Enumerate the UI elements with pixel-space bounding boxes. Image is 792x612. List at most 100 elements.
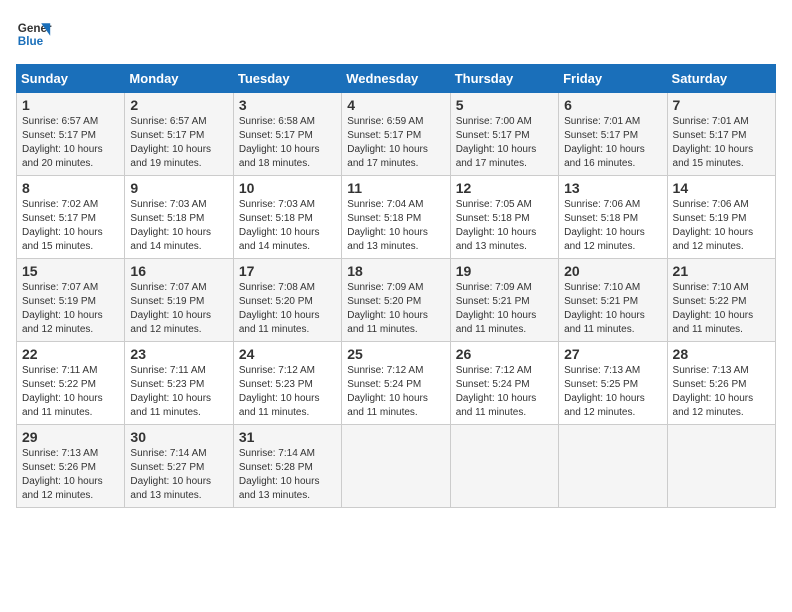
- day-info: Sunrise: 7:12 AM Sunset: 5:24 PM Dayligh…: [347, 364, 444, 420]
- day-number: 24: [239, 346, 336, 362]
- day-info: Sunrise: 7:05 AM Sunset: 5:18 PM Dayligh…: [456, 198, 553, 254]
- calendar-week-4: 22Sunrise: 7:11 AM Sunset: 5:22 PM Dayli…: [17, 342, 776, 425]
- day-info: Sunrise: 7:02 AM Sunset: 5:17 PM Dayligh…: [22, 198, 119, 254]
- day-info: Sunrise: 7:11 AM Sunset: 5:22 PM Dayligh…: [22, 364, 119, 420]
- calendar-cell: 27Sunrise: 7:13 AM Sunset: 5:25 PM Dayli…: [559, 342, 667, 425]
- day-number: 13: [564, 180, 661, 196]
- day-number: 21: [673, 263, 770, 279]
- day-number: 4: [347, 97, 444, 113]
- calendar-cell: 10 Sunrise: 7:03 AM Sunset: 5:18 PM Dayli…: [233, 176, 341, 259]
- weekday-header-sunday: Sunday: [17, 65, 125, 93]
- day-info: Sunrise: 7:07 AM Sunset: 5:19 PM Dayligh…: [130, 281, 227, 337]
- day-info: Sunrise: 7:10 AM Sunset: 5:22 PM Dayligh…: [673, 281, 770, 337]
- day-info: Sunrise: 7:13 AM Sunset: 5:26 PM Dayligh…: [22, 447, 119, 503]
- day-number: 16: [130, 263, 227, 279]
- day-info: Sunrise: 7:13 AM Sunset: 5:25 PM Dayligh…: [564, 364, 661, 420]
- day-info: Sunrise: 7:11 AM Sunset: 5:23 PM Dayligh…: [130, 364, 227, 420]
- calendar-cell: 1 Sunrise: 6:57 AM Sunset: 5:17 PM Daylig…: [17, 93, 125, 176]
- day-info: Sunrise: 6:57 AM Sunset: 5:17 PM Dayligh…: [130, 115, 227, 171]
- calendar-cell: 22Sunrise: 7:11 AM Sunset: 5:22 PM Dayli…: [17, 342, 125, 425]
- day-info: Sunrise: 6:57 AM Sunset: 5:17 PM Dayligh…: [22, 115, 119, 171]
- weekday-header-monday: Monday: [125, 65, 233, 93]
- weekday-header-thursday: Thursday: [450, 65, 558, 93]
- calendar-cell: [342, 425, 450, 508]
- day-number: 3: [239, 97, 336, 113]
- day-number: 14: [673, 180, 770, 196]
- day-number: 28: [673, 346, 770, 362]
- day-number: 8: [22, 180, 119, 196]
- weekday-header-tuesday: Tuesday: [233, 65, 341, 93]
- day-number: 5: [456, 97, 553, 113]
- calendar-cell: 24 Sunrise: 7:12 AM Sunset: 5:23 PM Dayli…: [233, 342, 341, 425]
- day-number: 11: [347, 180, 444, 196]
- header: General Blue: [16, 16, 776, 52]
- day-info: Sunrise: 7:07 AM Sunset: 5:19 PM Dayligh…: [22, 281, 119, 337]
- day-number: 10: [239, 180, 336, 196]
- day-info: Sunrise: 6:59 AM Sunset: 5:17 PM Dayligh…: [347, 115, 444, 171]
- weekday-header-friday: Friday: [559, 65, 667, 93]
- calendar-cell: 29Sunrise: 7:13 AM Sunset: 5:26 PM Dayli…: [17, 425, 125, 508]
- day-number: 15: [22, 263, 119, 279]
- day-info: Sunrise: 7:09 AM Sunset: 5:20 PM Dayligh…: [347, 281, 444, 337]
- day-info: Sunrise: 7:01 AM Sunset: 5:17 PM Dayligh…: [564, 115, 661, 171]
- calendar-week-5: 29Sunrise: 7:13 AM Sunset: 5:26 PM Dayli…: [17, 425, 776, 508]
- day-info: Sunrise: 7:08 AM Sunset: 5:20 PM Dayligh…: [239, 281, 336, 337]
- calendar-cell: 12 Sunrise: 7:05 AM Sunset: 5:18 PM Dayli…: [450, 176, 558, 259]
- calendar-cell: 4 Sunrise: 6:59 AM Sunset: 5:17 PM Daylig…: [342, 93, 450, 176]
- svg-text:Blue: Blue: [18, 35, 44, 48]
- calendar-cell: 21 Sunrise: 7:10 AM Sunset: 5:22 PM Dayli…: [667, 259, 775, 342]
- day-number: 19: [456, 263, 553, 279]
- day-info: Sunrise: 7:03 AM Sunset: 5:18 PM Dayligh…: [130, 198, 227, 254]
- weekday-header-saturday: Saturday: [667, 65, 775, 93]
- day-info: Sunrise: 7:06 AM Sunset: 5:18 PM Dayligh…: [564, 198, 661, 254]
- calendar-cell: 7 Sunrise: 7:01 AM Sunset: 5:17 PM Daylig…: [667, 93, 775, 176]
- logo: General Blue: [16, 16, 52, 52]
- day-number: 9: [130, 180, 227, 196]
- calendar-cell: 23Sunrise: 7:11 AM Sunset: 5:23 PM Dayli…: [125, 342, 233, 425]
- day-info: Sunrise: 7:14 AM Sunset: 5:27 PM Dayligh…: [130, 447, 227, 503]
- day-info: Sunrise: 7:09 AM Sunset: 5:21 PM Dayligh…: [456, 281, 553, 337]
- calendar-cell: 26 Sunrise: 7:12 AM Sunset: 5:24 PM Dayli…: [450, 342, 558, 425]
- day-number: 17: [239, 263, 336, 279]
- day-number: 7: [673, 97, 770, 113]
- day-info: Sunrise: 7:03 AM Sunset: 5:18 PM Dayligh…: [239, 198, 336, 254]
- day-info: Sunrise: 7:12 AM Sunset: 5:23 PM Dayligh…: [239, 364, 336, 420]
- calendar-cell: [559, 425, 667, 508]
- calendar-cell: 5 Sunrise: 7:00 AM Sunset: 5:17 PM Daylig…: [450, 93, 558, 176]
- calendar-header: SundayMondayTuesdayWednesdayThursdayFrid…: [17, 65, 776, 93]
- calendar-table: SundayMondayTuesdayWednesdayThursdayFrid…: [16, 64, 776, 508]
- day-number: 6: [564, 97, 661, 113]
- day-number: 31: [239, 429, 336, 445]
- day-number: 18: [347, 263, 444, 279]
- calendar-cell: 8 Sunrise: 7:02 AM Sunset: 5:17 PM Daylig…: [17, 176, 125, 259]
- calendar-cell: 15 Sunrise: 7:07 AM Sunset: 5:19 PM Dayli…: [17, 259, 125, 342]
- calendar-cell: 17 Sunrise: 7:08 AM Sunset: 5:20 PM Dayli…: [233, 259, 341, 342]
- calendar-cell: 13 Sunrise: 7:06 AM Sunset: 5:18 PM Dayli…: [559, 176, 667, 259]
- calendar-cell: 2 Sunrise: 6:57 AM Sunset: 5:17 PM Daylig…: [125, 93, 233, 176]
- day-number: 26: [456, 346, 553, 362]
- calendar-cell: 6 Sunrise: 7:01 AM Sunset: 5:17 PM Daylig…: [559, 93, 667, 176]
- calendar-cell: 19 Sunrise: 7:09 AM Sunset: 5:21 PM Dayli…: [450, 259, 558, 342]
- day-info: Sunrise: 7:10 AM Sunset: 5:21 PM Dayligh…: [564, 281, 661, 337]
- day-number: 12: [456, 180, 553, 196]
- day-number: 30: [130, 429, 227, 445]
- weekday-header-wednesday: Wednesday: [342, 65, 450, 93]
- calendar-cell: [450, 425, 558, 508]
- calendar-cell: 18 Sunrise: 7:09 AM Sunset: 5:20 PM Dayli…: [342, 259, 450, 342]
- calendar-cell: 14Sunrise: 7:06 AM Sunset: 5:19 PM Dayli…: [667, 176, 775, 259]
- calendar-cell: 30 Sunrise: 7:14 AM Sunset: 5:27 PM Dayli…: [125, 425, 233, 508]
- day-number: 2: [130, 97, 227, 113]
- calendar-cell: 31Sunrise: 7:14 AM Sunset: 5:28 PM Dayli…: [233, 425, 341, 508]
- day-info: Sunrise: 7:00 AM Sunset: 5:17 PM Dayligh…: [456, 115, 553, 171]
- logo-icon: General Blue: [16, 16, 52, 52]
- day-info: Sunrise: 6:58 AM Sunset: 5:17 PM Dayligh…: [239, 115, 336, 171]
- day-info: Sunrise: 7:12 AM Sunset: 5:24 PM Dayligh…: [456, 364, 553, 420]
- day-number: 20: [564, 263, 661, 279]
- day-info: Sunrise: 7:01 AM Sunset: 5:17 PM Dayligh…: [673, 115, 770, 171]
- day-number: 1: [22, 97, 119, 113]
- day-info: Sunrise: 7:04 AM Sunset: 5:18 PM Dayligh…: [347, 198, 444, 254]
- calendar-cell: 11 Sunrise: 7:04 AM Sunset: 5:18 PM Dayli…: [342, 176, 450, 259]
- calendar-cell: 9 Sunrise: 7:03 AM Sunset: 5:18 PM Daylig…: [125, 176, 233, 259]
- calendar-week-3: 15 Sunrise: 7:07 AM Sunset: 5:19 PM Dayli…: [17, 259, 776, 342]
- calendar-week-2: 8 Sunrise: 7:02 AM Sunset: 5:17 PM Daylig…: [17, 176, 776, 259]
